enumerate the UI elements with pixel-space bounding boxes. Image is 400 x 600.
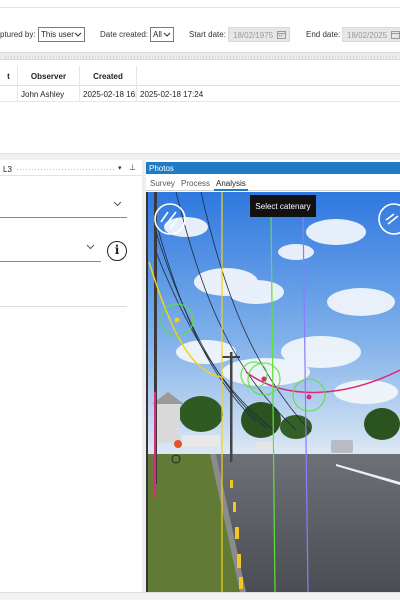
panel-header: L3 ▾ ⊥ — [0, 162, 142, 176]
table-cell-observer: John Ashley — [18, 86, 80, 102]
chevron-down-icon — [113, 201, 122, 207]
pane-splitter[interactable] — [0, 153, 400, 160]
column-header-created[interactable]: Created — [80, 66, 137, 86]
photos-tabbar: Survey Process Analysis — [146, 176, 400, 191]
fence — [182, 435, 220, 447]
oncoming-car — [331, 440, 353, 453]
start-date-label: Start date: — [189, 30, 226, 39]
start-date-field[interactable]: 18/02/1975 — [228, 27, 290, 42]
end-date-value: 18/02/2025 — [347, 31, 388, 40]
panel-separator — [0, 306, 127, 307]
pin-icon[interactable]: ⊥ — [129, 163, 136, 172]
chevron-down-icon — [163, 32, 171, 37]
power-pole-far — [230, 352, 233, 462]
tab-process[interactable]: Process — [181, 179, 210, 188]
table-cell — [0, 86, 18, 102]
photos-panel: Photos Survey Process Analysis Select ca… — [146, 162, 400, 594]
window-top-strip — [0, 0, 400, 8]
table-cell-modified: 2025-02-18 17:24 — [140, 90, 204, 99]
chevron-down-icon — [74, 32, 82, 37]
select-catenary-tooltip: Select catenary — [250, 195, 316, 217]
table-row[interactable]: John Ashley 2025-02-18 16: 2025-02-18 17… — [0, 86, 400, 102]
table-header: t Observer Created — [0, 66, 400, 86]
column-header-extra[interactable] — [137, 66, 400, 86]
date-created-label: Date created: — [100, 30, 149, 39]
tooltip-text: Select catenary — [255, 202, 310, 211]
date-created-select[interactable]: All — [150, 27, 174, 42]
photos-title: Photos — [149, 164, 174, 173]
tab-analysis[interactable]: Analysis — [216, 179, 246, 188]
toolbar-grip — [4, 56, 396, 58]
panel-select-2[interactable] — [0, 236, 101, 262]
column-header[interactable]: t — [0, 66, 18, 86]
captured-by-value: This user — [41, 30, 74, 39]
cyclist — [174, 440, 182, 448]
end-date-label: End date: — [306, 30, 341, 39]
captured-by-select[interactable]: This user — [38, 27, 85, 42]
panel-title: L3 — [3, 165, 12, 174]
date-created-value: All — [153, 30, 162, 39]
photos-header: Photos — [146, 162, 400, 174]
panel-select-1[interactable] — [0, 190, 127, 218]
panel-drag-grip[interactable] — [16, 168, 114, 171]
filter-bar: ptured by: This user Date created: All S… — [0, 24, 400, 46]
status-strip — [0, 592, 400, 600]
tab-survey[interactable]: Survey — [150, 179, 175, 188]
calendar-icon[interactable] — [391, 30, 400, 39]
active-tab-indicator — [214, 189, 248, 191]
house — [154, 402, 180, 442]
info-icon[interactable]: i — [107, 241, 127, 261]
toolbar-strip — [0, 52, 400, 60]
calendar-icon[interactable] — [277, 30, 286, 39]
properties-panel: L3 ▾ ⊥ i — [0, 160, 142, 592]
start-date-value: 18/02/1975 — [233, 31, 274, 40]
end-date-field[interactable]: 18/02/2025 — [342, 27, 400, 42]
photo-viewer[interactable]: Select catenary — [146, 192, 400, 592]
photo-canvas[interactable]: Select catenary — [146, 192, 400, 592]
column-header-observer[interactable]: Observer — [18, 66, 80, 86]
captured-by-label: ptured by: — [0, 30, 36, 39]
table-cell-created: 2025-02-18 16: — [80, 86, 137, 102]
chevron-down-icon — [86, 244, 95, 250]
panel-menu-caret-icon[interactable]: ▾ — [118, 164, 122, 172]
